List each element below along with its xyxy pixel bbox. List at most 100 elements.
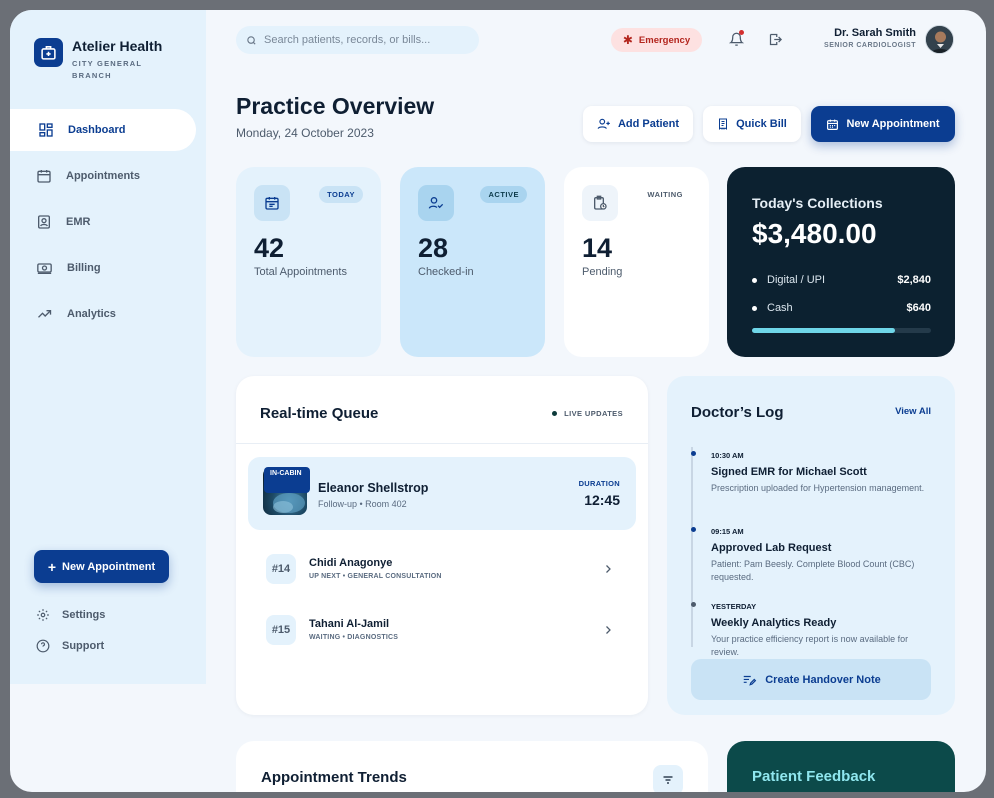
emergency-label: Emergency	[638, 34, 691, 46]
row-label: Cash	[752, 302, 793, 314]
new-appointment-button[interactable]: New Appointment	[811, 106, 955, 142]
medical-kit-icon	[34, 38, 63, 67]
live-updates-indicator: LIVE UPDATES	[552, 409, 623, 418]
in-cabin-badge: IN-CABIN	[264, 467, 310, 493]
feedback-title: Patient Feedback	[752, 768, 876, 785]
timeline-dot	[691, 527, 696, 532]
patient-name: Tahani Al-Jamil	[309, 618, 390, 630]
plus-icon: +	[47, 558, 57, 575]
receipt-icon	[719, 118, 728, 130]
support-link[interactable]: Support	[36, 639, 104, 653]
sidebar-item-billing[interactable]: Billing	[10, 247, 206, 289]
status-badge: ACTIVE	[480, 186, 527, 203]
settings-link[interactable]: Settings	[36, 608, 105, 622]
id-card-icon	[38, 215, 50, 229]
sidebar-item-appointments[interactable]: Appointments	[10, 155, 206, 197]
queue-item[interactable]: #14 Chidi Anagonye UP NEXT • GENERAL CON…	[266, 554, 614, 586]
brand-subtitle: CITY GENERAL BRANCH	[72, 59, 142, 80]
button-label: New Appointment	[846, 118, 940, 130]
log-time: 10:30 AM	[711, 451, 744, 460]
filter-button[interactable]	[653, 765, 683, 792]
avatar[interactable]	[925, 25, 954, 54]
patient-status: WAITING • DIAGNOSTICS	[309, 634, 399, 641]
collections-progress-bar	[752, 328, 931, 333]
collection-row-cash: Cash $640	[752, 302, 931, 314]
collections-card[interactable]: Today's Collections $3,480.00 Digital / …	[727, 167, 955, 357]
emergency-button[interactable]: ✱ Emergency	[611, 28, 702, 52]
queue-number: #15	[266, 615, 296, 645]
log-heading: Approved Lab Request	[711, 542, 832, 554]
sidebar-item-dashboard[interactable]: Dashboard	[10, 109, 196, 151]
calendar-icon	[827, 119, 839, 130]
quick-bill-button[interactable]: Quick Bill	[703, 106, 801, 142]
row-value: $640	[906, 302, 931, 314]
sidebar-item-label: EMR	[66, 216, 91, 228]
sidebar: Atelier Health CITY GENERAL BRANCH Dashb…	[10, 10, 206, 684]
log-entry[interactable]: YESTERDAY Weekly Analytics Ready Your pr…	[691, 602, 926, 658]
timeline-line	[691, 447, 693, 647]
asterisk-icon: ✱	[622, 33, 633, 47]
patient-status: UP NEXT • GENERAL CONSULTATION	[309, 573, 442, 580]
stat-card-pending[interactable]: WAITING 14 Pending	[564, 167, 709, 357]
sidebar-item-label: Analytics	[67, 308, 116, 320]
doctor-log-panel: Doctor’s Log View All 10:30 AM Signed EM…	[667, 376, 955, 715]
add-patient-button[interactable]: Add Patient	[583, 106, 693, 142]
patient-name: Chidi Anagonye	[309, 557, 393, 569]
notifications-button[interactable]	[726, 29, 746, 49]
queue-item[interactable]: #15 Tahani Al-Jamil WAITING • DIAGNOSTIC…	[266, 615, 614, 647]
log-heading: Signed EMR for Michael Scott	[711, 466, 867, 478]
button-label: New Appointment	[62, 560, 156, 573]
duration-label: DURATION	[578, 479, 620, 488]
dashboard-icon	[39, 123, 53, 137]
stat-card-checked-in[interactable]: ACTIVE 28 Checked-in	[400, 167, 545, 357]
chevron-right-icon	[606, 626, 611, 634]
button-label: Quick Bill	[736, 118, 787, 130]
sidebar-item-analytics[interactable]: Analytics	[10, 293, 206, 335]
log-entry[interactable]: 09:15 AM Approved Lab Request Patient: P…	[691, 527, 926, 583]
filter-icon	[663, 776, 673, 784]
stat-value: 28	[418, 233, 449, 263]
log-description: Your practice efficiency report is now a…	[711, 634, 909, 657]
stat-label: Total Appointments	[254, 266, 347, 278]
notification-dot	[739, 30, 744, 35]
help-icon	[36, 639, 50, 653]
create-handover-note-button[interactable]: Create Handover Note	[691, 659, 931, 700]
log-time: YESTERDAY	[711, 602, 757, 611]
view-all-link[interactable]: View All	[895, 406, 931, 417]
queue-title: Real-time Queue	[260, 405, 379, 422]
row-value: $2,840	[897, 274, 931, 286]
user-info[interactable]: Dr. Sarah Smith SENIOR CARDIOLOGIST	[824, 27, 916, 49]
user-check-icon	[418, 185, 454, 221]
clipboard-clock-icon	[582, 185, 618, 221]
stat-card-total-appointments[interactable]: TODAY 42 Total Appointments	[236, 167, 381, 357]
settings-label: Settings	[62, 609, 106, 621]
logout-button[interactable]	[765, 29, 785, 49]
add-user-icon	[597, 118, 610, 129]
queue-number: #14	[266, 554, 296, 584]
sidebar-item-emr[interactable]: EMR	[10, 201, 206, 243]
brand-name: Atelier Health	[72, 38, 163, 54]
queue-panel: Real-time Queue LIVE UPDATES IN-CABIN El…	[236, 376, 648, 715]
trend-icon	[38, 310, 52, 318]
divider	[236, 443, 648, 444]
current-patient-card[interactable]: IN-CABIN Eleanor Shellstrop Follow-up • …	[248, 457, 636, 530]
sidebar-new-appointment-button[interactable]: + New Appointment	[34, 550, 169, 583]
chevron-right-icon	[606, 565, 611, 573]
app-window: Atelier Health CITY GENERAL BRANCH Dashb…	[10, 10, 986, 792]
search-bar[interactable]	[236, 26, 479, 54]
log-time: 09:15 AM	[711, 527, 744, 536]
trends-title: Appointment Trends	[261, 769, 407, 786]
stat-value: 14	[582, 233, 613, 263]
sidebar-item-label: Dashboard	[68, 124, 126, 136]
sidebar-item-label: Appointments	[66, 170, 140, 182]
log-description: Prescription uploaded for Hypertension m…	[711, 483, 925, 493]
log-title: Doctor’s Log	[691, 404, 784, 421]
edit-list-icon	[743, 675, 757, 686]
button-label: Add Patient	[617, 118, 680, 130]
log-entry[interactable]: 10:30 AM Signed EMR for Michael Scott Pr…	[691, 451, 926, 495]
search-input[interactable]	[264, 34, 464, 46]
user-role: SENIOR CARDIOLOGIST	[824, 42, 916, 49]
patient-name: Eleanor Shellstrop	[318, 481, 429, 495]
sidebar-item-label: Billing	[67, 262, 101, 274]
support-label: Support	[62, 640, 105, 652]
